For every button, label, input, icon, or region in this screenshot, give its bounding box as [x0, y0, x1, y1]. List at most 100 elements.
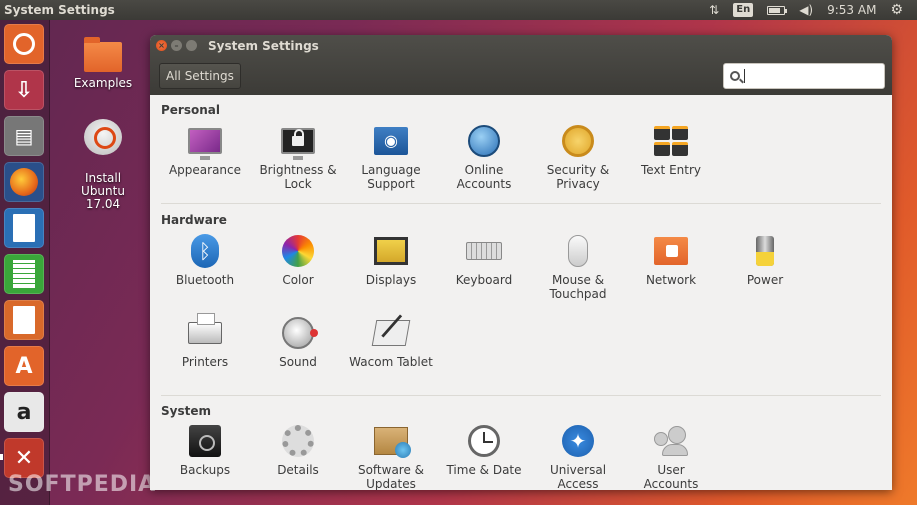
section-system-title: System	[161, 404, 211, 418]
language-support-item[interactable]: ◉ Language Support	[345, 123, 437, 191]
search-input[interactable]	[744, 69, 874, 83]
item-label: Details	[277, 463, 319, 477]
item-label: Displays	[365, 273, 417, 287]
item-label: Time & Date	[446, 463, 522, 477]
item-label: Text Entry	[640, 163, 701, 177]
search-box[interactable]	[723, 63, 885, 89]
writer-icon[interactable]	[4, 208, 44, 248]
clock[interactable]: 9:53 AM	[827, 3, 876, 17]
language-flag-icon: ◉	[373, 123, 409, 159]
clock-icon	[466, 423, 502, 459]
install-ubuntu-desktop-icon[interactable]: Install Ubuntu 17.04	[63, 106, 143, 211]
tablet-pen-icon	[371, 315, 411, 351]
printer-icon	[187, 313, 223, 351]
item-label: Wacom Tablet	[349, 355, 433, 369]
section-hardware-title: Hardware	[161, 213, 227, 227]
appearance-item[interactable]: Appearance	[159, 123, 251, 177]
amazon-icon[interactable]: a	[4, 392, 44, 432]
network-item[interactable]: Network	[625, 233, 717, 287]
sound-item[interactable]: Sound	[252, 315, 344, 369]
examples-label: Examples	[73, 76, 133, 90]
network-folder-icon	[653, 233, 689, 269]
session-gear-icon[interactable]: ⚙	[890, 2, 903, 18]
battery-icon[interactable]	[767, 5, 788, 15]
window-titlebar[interactable]: × – System Settings All Settings	[150, 35, 892, 95]
examples-desktop-icon[interactable]: Examples	[63, 37, 143, 90]
backups-item[interactable]: Backups	[159, 423, 251, 477]
mouse-touchpad-item[interactable]: Mouse & Touchpad	[532, 233, 624, 301]
minimize-button[interactable]: –	[171, 40, 182, 51]
online-accounts-globe-icon	[466, 123, 502, 159]
section-personal-title: Personal	[161, 103, 220, 117]
launcher: ⇩ ▤ A a ✕	[0, 20, 50, 505]
time-date-item[interactable]: Time & Date	[438, 423, 530, 477]
close-button[interactable]: ×	[156, 40, 167, 51]
online-accounts-item[interactable]: Online Accounts	[438, 123, 530, 191]
user-accounts-item[interactable]: User Accounts	[625, 423, 717, 490]
color-item[interactable]: Color	[252, 233, 344, 287]
software-updates-item[interactable]: Software & Updates	[345, 423, 437, 490]
item-label: Mouse & Touchpad	[549, 273, 607, 301]
item-label: Power	[746, 273, 784, 287]
item-label: Bluetooth	[175, 273, 235, 287]
users-icon	[653, 423, 689, 459]
install-label: Install Ubuntu 17.04	[81, 171, 125, 211]
item-label: User Accounts	[643, 463, 699, 490]
appearance-icon	[187, 123, 223, 160]
install-ubuntu-launcher-icon[interactable]: ⇩	[4, 70, 44, 110]
keyboard-icon	[466, 233, 502, 269]
dash-home-icon[interactable]	[4, 24, 44, 64]
files-icon[interactable]: ▤	[4, 116, 44, 156]
bluetooth-icon: ᛒ	[187, 233, 223, 269]
wacom-tablet-item[interactable]: Wacom Tablet	[345, 315, 437, 369]
maximize-button[interactable]	[186, 40, 197, 51]
section-divider	[161, 395, 881, 396]
power-item[interactable]: Power	[719, 233, 811, 287]
section-divider	[161, 203, 881, 204]
sound-speaker-icon	[280, 315, 318, 351]
watermark: SOFTPEDIA	[8, 472, 157, 497]
indicator-area: ⇅ En ◀) 9:53 AM ⚙	[709, 0, 917, 20]
system-settings-window: × – System Settings All Settings Persona…	[150, 35, 892, 490]
network-icon[interactable]: ⇅	[709, 3, 719, 17]
window-title: System Settings	[208, 39, 319, 53]
brightness-lock-icon	[280, 123, 316, 160]
item-label: Software & Updates	[357, 463, 425, 490]
item-label: Brightness & Lock	[259, 163, 337, 191]
item-label: Backups	[179, 463, 231, 477]
item-label: Appearance	[168, 163, 242, 177]
displays-item[interactable]: Displays	[345, 233, 437, 287]
text-entry-item[interactable]: Text Entry	[625, 123, 717, 177]
keyboard-item[interactable]: Keyboard	[438, 233, 530, 287]
brightness-lock-item[interactable]: Brightness & Lock	[252, 123, 344, 191]
impress-icon[interactable]	[4, 300, 44, 340]
security-privacy-item[interactable]: Security & Privacy	[532, 123, 624, 191]
calc-icon[interactable]	[4, 254, 44, 294]
installer-icon	[84, 119, 122, 155]
search-icon	[730, 71, 740, 81]
details-item[interactable]: Details	[252, 423, 344, 477]
running-indicator	[0, 454, 3, 460]
displays-icon	[373, 233, 409, 269]
universal-access-item[interactable]: ✦ Universal Access	[532, 423, 624, 490]
color-wheel-icon	[280, 233, 316, 269]
item-label: Keyboard	[455, 273, 513, 287]
volume-icon[interactable]: ◀)	[799, 3, 813, 17]
keyboard-layout-indicator[interactable]: En	[733, 3, 754, 17]
text-entry-keys-icon	[653, 123, 689, 159]
printers-item[interactable]: Printers	[159, 313, 251, 369]
item-label: Language Support	[361, 163, 421, 191]
accessibility-icon: ✦	[560, 423, 596, 459]
software-center-icon[interactable]: A	[4, 346, 44, 386]
item-label: Color	[282, 273, 314, 287]
software-box-icon	[373, 423, 411, 459]
all-settings-button[interactable]: All Settings	[159, 63, 241, 89]
details-gear-icon	[280, 423, 316, 459]
security-shield-icon	[560, 123, 596, 159]
item-label: Printers	[181, 355, 229, 369]
bluetooth-item[interactable]: ᛒ Bluetooth	[159, 233, 251, 287]
backups-safe-icon	[187, 423, 223, 459]
firefox-icon[interactable]	[4, 162, 44, 202]
item-label: Network	[645, 273, 697, 287]
item-label: Security & Privacy	[546, 163, 610, 191]
